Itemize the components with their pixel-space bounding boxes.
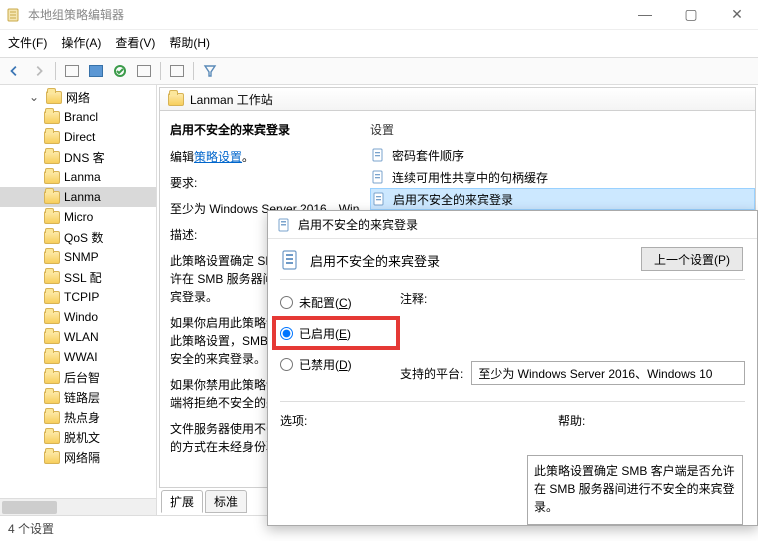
tree-item[interactable]: 链路层 — [0, 387, 156, 407]
requirement-label: 要求: — [170, 174, 360, 192]
settings-item[interactable]: 连续可用性共享中的句柄缓存 — [370, 166, 755, 188]
menu-help[interactable]: 帮助(H) — [169, 34, 210, 51]
detail-header: Lanman 工作站 — [159, 87, 756, 111]
tree-node-network[interactable]: ⌄网络 — [0, 87, 156, 107]
toolbar-divider-2 — [160, 62, 161, 80]
back-button[interactable] — [4, 60, 26, 82]
folder-icon — [44, 331, 60, 344]
tab-standard[interactable]: 标准 — [205, 490, 247, 513]
folder-icon — [44, 451, 60, 464]
tree-item[interactable]: DNS 客 — [0, 147, 156, 167]
folder-icon — [168, 93, 184, 106]
filter-button[interactable] — [199, 60, 221, 82]
platform-value-box: 至少为 Windows Server 2016、Windows 10 — [471, 361, 745, 385]
dialog-title-icon — [276, 217, 292, 233]
folder-icon — [44, 391, 60, 404]
tree-item[interactable]: 脱机文 — [0, 427, 156, 447]
menu-view[interactable]: 查看(V) — [115, 34, 155, 51]
status-text: 4 个设置 — [8, 522, 54, 536]
radio-enabled[interactable]: 已启用(E) — [280, 325, 400, 342]
tree-item[interactable]: WWAI — [0, 347, 156, 367]
tree-item[interactable]: WLAN — [0, 327, 156, 347]
dialog-titlebar: 启用不安全的来宾登录 — [268, 211, 757, 239]
folder-icon — [44, 151, 60, 164]
folder-icon — [44, 231, 60, 244]
tb-btn-1[interactable] — [61, 60, 83, 82]
comment-label: 注释: — [400, 290, 745, 307]
maximize-button[interactable]: ▢ — [676, 6, 706, 23]
policy-file-icon — [371, 191, 387, 207]
folder-icon — [44, 431, 60, 444]
tree-item[interactable]: Direct — [0, 127, 156, 147]
tree-item[interactable]: 热点身 — [0, 407, 156, 427]
edit-policy-link[interactable]: 策略设置 — [194, 150, 242, 164]
tb-btn-2[interactable] — [85, 60, 107, 82]
policy-file-icon — [370, 147, 386, 163]
toolbar-divider — [55, 62, 56, 80]
prev-setting-button[interactable]: 上一个设置(P) — [641, 247, 743, 271]
minimize-button[interactable]: — — [630, 6, 660, 23]
settings-item[interactable]: 密码套件顺序 — [370, 144, 755, 166]
folder-icon — [44, 291, 60, 304]
folder-icon — [44, 271, 60, 284]
dialog-heading-icon — [280, 249, 302, 271]
menubar: 文件(F) 操作(A) 查看(V) 帮助(H) — [0, 30, 758, 57]
tree-horiz-scrollbar[interactable] — [0, 498, 156, 515]
chevron-down-icon[interactable]: ⌄ — [28, 90, 40, 104]
folder-icon — [44, 111, 60, 124]
settings-item[interactable]: 启用不安全的来宾登录 — [370, 188, 755, 210]
tree-item[interactable]: SSL 配 — [0, 267, 156, 287]
tree-item[interactable]: 网络隔 — [0, 447, 156, 467]
dialog-divider — [280, 279, 745, 280]
dialog-title: 启用不安全的来宾登录 — [298, 216, 418, 233]
tree-pane: ⌄网络BranclDirectDNS 客LanmaLanmaMicroQoS 数… — [0, 85, 157, 515]
help-label: 帮助: — [558, 412, 585, 429]
folder-icon — [44, 131, 60, 144]
detail-header-title: Lanman 工作站 — [190, 91, 273, 108]
options-label: 选项: — [280, 412, 307, 429]
tb-btn-5[interactable] — [166, 60, 188, 82]
policy-dialog: 启用不安全的来宾登录 启用不安全的来宾登录 上一个设置(P) 未配置(C) 已启… — [267, 210, 758, 526]
folder-icon — [44, 411, 60, 424]
tree-item[interactable]: SNMP — [0, 247, 156, 267]
folder-icon — [44, 211, 60, 224]
platform-label: 支持的平台: — [400, 365, 463, 382]
tree-item[interactable]: Windo — [0, 307, 156, 327]
toolbar — [0, 57, 758, 85]
window-title: 本地组策略编辑器 — [28, 6, 630, 23]
tb-btn-3[interactable] — [109, 60, 131, 82]
app-icon — [6, 7, 22, 23]
menu-file[interactable]: 文件(F) — [8, 34, 47, 51]
tree-item[interactable]: QoS 数 — [0, 227, 156, 247]
folder-icon — [44, 351, 60, 364]
tb-btn-4[interactable] — [133, 60, 155, 82]
policy-file-icon — [370, 169, 386, 185]
settings-header: 设置 — [370, 121, 755, 144]
tab-extended[interactable]: 扩展 — [161, 490, 203, 513]
tree-item[interactable]: Micro — [0, 207, 156, 227]
folder-icon — [46, 91, 62, 104]
folder-icon — [44, 311, 60, 324]
tree-item[interactable]: Lanma — [0, 167, 156, 187]
folder-icon — [44, 251, 60, 264]
toolbar-divider-3 — [193, 62, 194, 80]
dialog-heading: 启用不安全的来宾登录 — [310, 251, 440, 270]
folder-icon — [44, 171, 60, 184]
tree-item[interactable]: TCPIP — [0, 287, 156, 307]
forward-button[interactable] — [28, 60, 50, 82]
folder-icon — [44, 191, 60, 204]
radio-group: 未配置(C) 已启用(E) 已禁用(D) — [280, 290, 400, 385]
main-titlebar: 本地组策略编辑器 — ▢ ✕ — [0, 0, 758, 30]
dialog-divider-2 — [280, 401, 745, 402]
tree-item[interactable]: Lanma — [0, 187, 156, 207]
close-button[interactable]: ✕ — [722, 6, 752, 23]
policy-title: 启用不安全的来宾登录 — [170, 121, 360, 138]
radio-disabled[interactable]: 已禁用(D) — [280, 356, 400, 373]
radio-not-configured[interactable]: 未配置(C) — [280, 294, 400, 311]
menu-action[interactable]: 操作(A) — [61, 34, 101, 51]
help-text-box: 此策略设置确定 SMB 客户端是否允许在 SMB 服务器间进行不安全的来宾登录。 — [527, 455, 743, 525]
folder-icon — [44, 371, 60, 384]
tree-item[interactable]: Brancl — [0, 107, 156, 127]
tree-item[interactable]: 后台智 — [0, 367, 156, 387]
